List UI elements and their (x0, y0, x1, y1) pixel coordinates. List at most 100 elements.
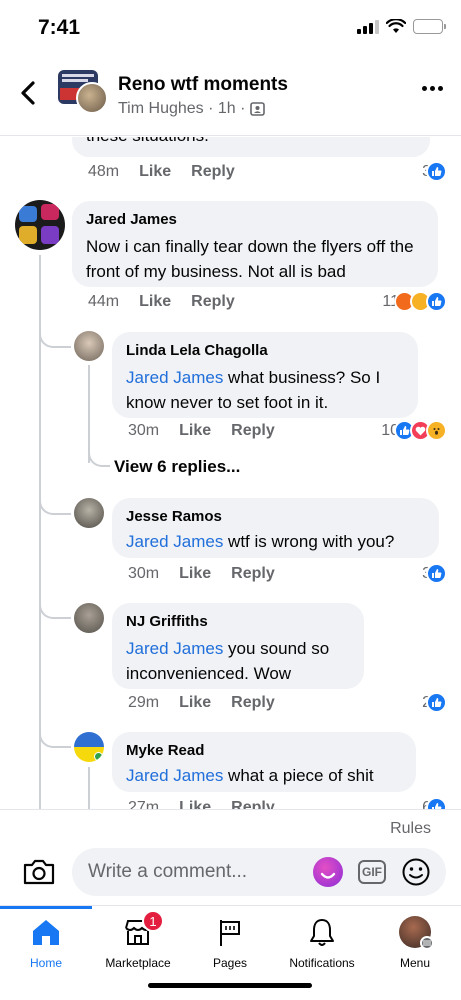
avatar[interactable] (15, 200, 65, 250)
like-reaction-icon (426, 161, 447, 182)
home-icon (30, 916, 62, 948)
reply-time[interactable]: 27m (128, 799, 159, 809)
tab-home[interactable]: Home (0, 906, 92, 976)
group-avatar[interactable] (58, 70, 108, 114)
tab-notifications[interactable]: Notifications (276, 906, 368, 976)
comment-bubble[interactable]: Jared James Now i can finally tear down … (72, 201, 438, 287)
mention-link[interactable]: Jared James (126, 368, 223, 387)
thread-connector (39, 322, 71, 348)
reply-author[interactable]: NJ Griffiths (126, 612, 350, 632)
comment-author[interactable]: Jared James (86, 210, 424, 230)
gif-button[interactable]: GIF (358, 860, 386, 884)
emoji-icon[interactable] (401, 857, 431, 887)
thread-connector (39, 722, 71, 748)
comment-time[interactable]: 44m (88, 293, 119, 311)
reaction-summary[interactable]: 11 (382, 291, 447, 312)
thread-connector (39, 593, 71, 619)
back-arrow-icon[interactable] (14, 78, 44, 108)
reply-bubble[interactable]: NJ Griffiths Jared James you sound so in… (112, 603, 364, 689)
like-reaction-icon (426, 797, 447, 809)
avatar-sticker-icon[interactable] (313, 857, 343, 887)
signal-icon (357, 19, 379, 34)
wifi-icon (386, 19, 406, 33)
avatar[interactable] (74, 498, 104, 528)
reply-actions: 30m Like Reply (128, 565, 275, 583)
reply-bubble[interactable]: Jesse Ramos Jared James wtf is wrong wit… (112, 498, 439, 558)
pages-flag-icon (214, 916, 246, 948)
reply-button[interactable]: Reply (231, 694, 275, 712)
reply-button[interactable]: Reply (191, 163, 235, 181)
reply-time[interactable]: 30m (128, 565, 159, 583)
tab-label: Menu (399, 956, 431, 970)
status-time: 7:41 (38, 16, 81, 39)
wow-reaction-icon (426, 420, 447, 441)
reply-text: Jared James what business? So I know nev… (126, 368, 381, 412)
reply-author[interactable]: Myke Read (126, 741, 402, 761)
reply-author[interactable]: Jesse Ramos (126, 507, 425, 527)
tab-label: Pages (212, 956, 248, 970)
avatar[interactable] (74, 331, 104, 361)
marketplace-icon: 1 (122, 910, 164, 948)
like-button[interactable]: Like (139, 293, 171, 311)
view-more-replies-link[interactable]: View 6 replies... (114, 457, 240, 477)
like-button[interactable]: Like (179, 422, 211, 440)
comment-input[interactable] (72, 848, 446, 896)
mention-link[interactable]: Jared James (126, 532, 223, 551)
group-audience-icon (250, 102, 266, 116)
post-subtitle: Tim Hughes · 1h · (118, 100, 266, 118)
reply-actions: 27m Like Reply (128, 799, 275, 809)
battery-icon (413, 19, 446, 34)
tab-label: Notifications (289, 956, 355, 970)
like-reaction-icon (426, 291, 447, 312)
comment-actions: 44m Like Reply (88, 293, 235, 311)
reply-button[interactable]: Reply (231, 799, 275, 809)
reply-button[interactable]: Reply (231, 422, 275, 440)
reply-time[interactable]: 29m (128, 694, 159, 712)
reaction-summary[interactable]: 10 (381, 420, 447, 441)
comment-actions: 48m Like Reply (88, 163, 235, 181)
like-button[interactable]: Like (139, 163, 171, 181)
poster-avatar (76, 82, 108, 114)
reply-thread-line (88, 767, 90, 809)
like-button[interactable]: Like (179, 799, 211, 809)
reply-bubble[interactable]: Linda Lela Chagolla Jared James what bus… (112, 332, 418, 418)
reply-button[interactable]: Reply (191, 293, 235, 311)
tab-menu[interactable]: Menu (369, 906, 461, 976)
mention-link[interactable]: Jared James (126, 639, 223, 658)
profile-menu-icon (399, 916, 434, 950)
avatar[interactable] (74, 732, 104, 762)
rules-link[interactable]: Rules (390, 820, 431, 838)
comment-time[interactable]: 48m (88, 163, 119, 181)
home-indicator (148, 983, 312, 988)
group-title[interactable]: Reno wtf moments (118, 74, 288, 96)
mention-link[interactable]: Jared James (126, 766, 223, 785)
comments-list: these situations. 48m Like Reply 3 Jared… (0, 137, 461, 809)
more-options-icon[interactable] (422, 86, 443, 91)
avatar[interactable] (74, 603, 104, 633)
reply-text: Jared James wtf is wrong with you? (126, 532, 395, 551)
like-reaction-icon (426, 563, 447, 584)
tab-label: Marketplace (105, 956, 171, 970)
like-button[interactable]: Like (179, 565, 211, 583)
reaction-summary[interactable]: 2 (422, 692, 447, 713)
tab-pages[interactable]: Pages (184, 906, 276, 976)
reply-text: Jared James you sound so inconvenienced.… (126, 639, 330, 683)
camera-icon[interactable] (22, 858, 56, 886)
like-reaction-icon (426, 692, 447, 713)
notification-badge: 1 (142, 910, 164, 932)
bell-icon (306, 916, 338, 948)
like-button[interactable]: Like (179, 694, 211, 712)
reply-bubble[interactable]: Myke Read Jared James what a piece of sh… (112, 732, 416, 792)
reply-time[interactable]: 30m (128, 422, 159, 440)
reaction-summary[interactable]: 3 (422, 161, 447, 182)
reply-author[interactable]: Linda Lela Chagolla (126, 341, 404, 361)
post-author-time[interactable]: Tim Hughes · 1h · (118, 100, 245, 118)
tab-marketplace[interactable]: 1 Marketplace (92, 906, 184, 976)
reaction-summary[interactable]: 3 (422, 563, 447, 584)
reply-button[interactable]: Reply (231, 565, 275, 583)
reply-actions: 30m Like Reply (128, 422, 275, 440)
comment-composer: Rules GIF (0, 809, 461, 905)
post-header: Reno wtf moments Tim Hughes · 1h · (0, 60, 461, 136)
reaction-summary[interactable]: 6 (422, 797, 447, 809)
comment-bubble[interactable]: these situations. (72, 137, 430, 157)
